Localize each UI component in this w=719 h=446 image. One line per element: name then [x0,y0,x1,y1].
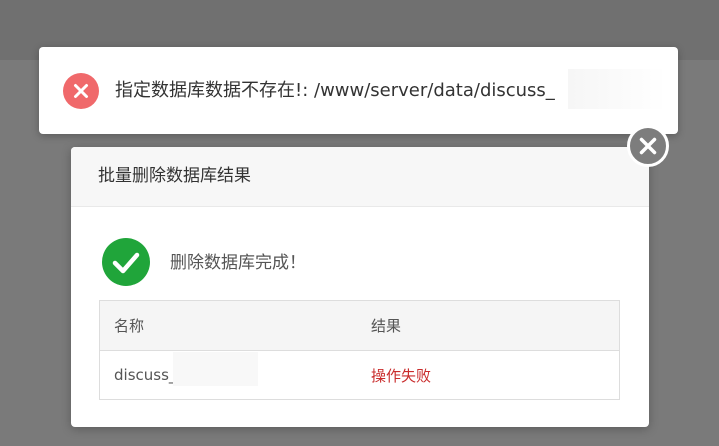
redaction-mask [173,352,258,386]
close-icon [639,137,657,155]
database-name: discuss_ [114,366,177,384]
table-cell-result: 操作失败 [371,366,432,385]
dialog-header: 批量删除数据库结果 [71,147,649,207]
dialog-title: 批量删除数据库结果 [98,166,251,186]
table-header-row: 名称 结果 [99,300,620,351]
result-table: 名称 结果 discuss_ 操作失败 [99,300,620,400]
error-toast: 指定数据库数据不存在!: /www/server/data/discuss_ [39,47,678,134]
status-message: 删除数据库完成！ [170,253,306,273]
check-circle-icon [102,238,150,286]
column-header-name: 名称 [99,300,357,351]
close-button[interactable] [627,125,669,167]
column-header-result: 结果 [357,300,620,351]
table-cell-name: discuss_ [100,351,358,400]
table-row: discuss_ 操作失败 [100,351,620,400]
redaction-mask [568,69,666,109]
toast-message: 指定数据库数据不存在!: /www/server/data/discuss_ [115,80,555,101]
batch-delete-result-dialog: 批量删除数据库结果 删除数据库完成！ 名称 结果 discuss_ 操作失败 [71,147,649,427]
error-circle-icon [63,73,99,109]
